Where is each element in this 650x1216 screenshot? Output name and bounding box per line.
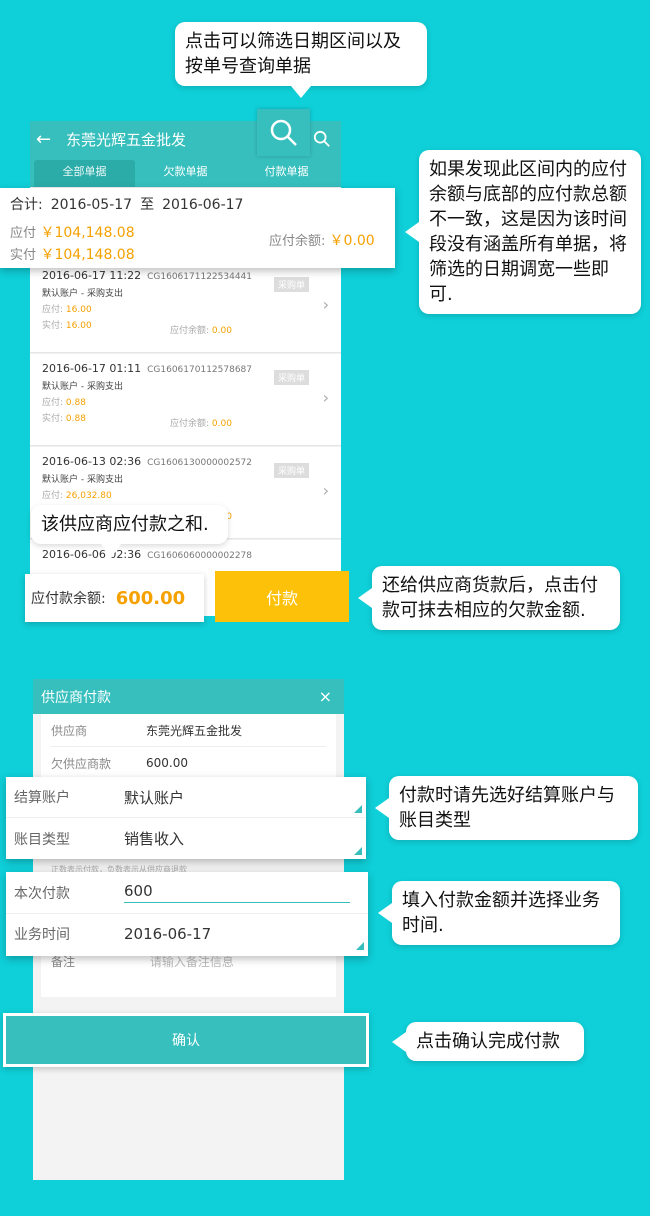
tip-pay: 还给供应商货款后，点击付款可抹去相应的欠款金额. (358, 566, 620, 630)
summary-to-word: 至 (140, 197, 155, 213)
dialog-body: 供应商 东莞光辉五金批发 欠供应商款 600.00 (41, 714, 336, 780)
payable-balance-box: 应付款余额: 600.00 (25, 574, 204, 622)
tip-account: 付款时请先选好结算账户与账目类型 (375, 776, 638, 840)
tip-confirm: 点击确认完成付款 (392, 1022, 584, 1061)
dropdown-triangle-icon (354, 805, 362, 813)
tip-sum: 该供应商应付款之和. (31, 505, 228, 558)
record-payable: 26,032.80 (65, 491, 112, 501)
type-select[interactable]: 销售收入 (124, 828, 184, 849)
paid-label: 实付: (42, 321, 64, 331)
search-icon[interactable] (313, 130, 331, 148)
record-payable: 16.00 (65, 305, 92, 315)
summary-balance-label: 应付余额: (269, 234, 326, 249)
chevron-right-icon: › (322, 295, 329, 314)
record-paid: 0.88 (65, 414, 86, 424)
summary-balance: ￥0.00 (329, 233, 375, 249)
confirm-button-frame: 确认 (3, 1013, 369, 1067)
paid-label: 实付: (42, 414, 64, 424)
summary-payable-label: 应付 (10, 226, 37, 241)
tip-search: 点击可以筛选日期区间以及按单号查询单据 (175, 22, 427, 98)
payable-balance-label: 应付款余额: (31, 591, 106, 607)
owed-value: 600.00 (146, 756, 188, 770)
record-time: 2016-06-06 02:36 (42, 548, 142, 561)
pay-button[interactable]: 付款 (215, 571, 349, 622)
date-label: 业务时间 (14, 927, 70, 943)
chevron-right-icon: › (322, 388, 329, 407)
summary-card: 合计: 2016-05-17 至 2016-06-17 应付 ￥104,148.08 … (0, 188, 395, 268)
summary-paid-label: 实付 (10, 248, 37, 263)
summary-to-date: 2016-06-17 (162, 197, 244, 213)
account-type-card: 结算账户 默认账户 账目类型 销售收入 (6, 777, 366, 859)
record-time: 2016-06-17 11:22 (42, 269, 142, 282)
amount-date-card: 本次付款 600 业务时间 2016-06-17 (6, 872, 368, 956)
bill-tabs: 全部单据 欠款单据 付款单据 (30, 157, 341, 187)
record-balance: 0.00 (211, 326, 232, 336)
payable-label: 应付: (42, 398, 64, 408)
tab-payment-bills[interactable]: 付款单据 (236, 160, 337, 187)
chevron-right-icon: › (322, 481, 329, 500)
record-time: 2016-06-13 02:36 (42, 455, 142, 468)
summary-from-date: 2016-05-17 (50, 197, 133, 213)
dropdown-triangle-icon (356, 942, 364, 950)
balance-label: 应付余额: (170, 326, 210, 336)
record-code: CG1606170112578687 (147, 365, 253, 375)
page-title: 东莞光辉五金批发 (66, 130, 187, 149)
record-type-badge: 采购单 (273, 463, 309, 478)
account-label: 结算账户 (14, 790, 70, 806)
amount-label: 本次付款 (14, 885, 70, 902)
list-item[interactable]: 2016-06-17 01:11 CG1606170112578687 默认账户 … (30, 354, 341, 446)
record-code: CG1606060000002278 (147, 551, 253, 561)
tip-amount: 填入付款金额并选择业务时间. (378, 881, 620, 945)
date-select[interactable]: 2016-06-17 (124, 925, 211, 943)
summary-payable: ￥104,148.08 (40, 225, 135, 241)
dialog-header: 供应商付款 × (33, 679, 344, 714)
tab-debt-bills[interactable]: 欠款单据 (135, 160, 236, 187)
record-code: CG1606171122534441 (147, 272, 253, 282)
list-item[interactable]: 2016-06-17 11:22 CG1606171122534441 默认账户 … (30, 261, 341, 353)
note-input[interactable]: 请输入备注信息 (150, 955, 234, 969)
record-paid: 16.00 (65, 321, 92, 331)
tab-all-bills[interactable]: 全部单据 (34, 160, 135, 187)
record-code: CG1606130000002572 (147, 458, 253, 468)
record-time: 2016-06-17 01:11 (42, 362, 142, 375)
payable-label: 应付: (42, 491, 64, 501)
record-payable: 0.88 (65, 398, 86, 408)
summary-paid: ￥104,148.08 (40, 247, 135, 263)
summary-label: 合计: (10, 197, 43, 213)
payable-label: 应付: (42, 305, 64, 315)
confirm-button[interactable]: 确认 (6, 1016, 366, 1064)
balance-label: 应付余额: (170, 419, 210, 429)
close-icon[interactable]: × (319, 687, 332, 706)
supplier-label: 供应商 (51, 723, 88, 738)
type-label: 账目类型 (14, 831, 70, 848)
dialog-title: 供应商付款 (41, 689, 111, 706)
record-balance: 0.00 (211, 419, 232, 429)
account-select[interactable]: 默认账户 (124, 787, 184, 808)
search-icon (270, 119, 297, 146)
owed-label: 欠供应商款 (51, 756, 112, 771)
amount-input[interactable]: 600 (124, 882, 350, 903)
dropdown-triangle-icon (354, 847, 362, 855)
record-type-badge: 采购单 (273, 370, 309, 385)
payable-balance-value: 600.00 (115, 587, 186, 609)
supplier-value: 东莞光辉五金批发 (146, 723, 243, 738)
record-type-badge: 采购单 (273, 277, 309, 292)
tip-mismatch: 如果发现此区间内的应付余额与底部的应付款总额不一致，这是因为该时间段没有涵盖所有… (405, 150, 641, 314)
back-arrow-icon[interactable]: ← (36, 129, 60, 150)
search-button-highlight[interactable] (257, 109, 310, 156)
